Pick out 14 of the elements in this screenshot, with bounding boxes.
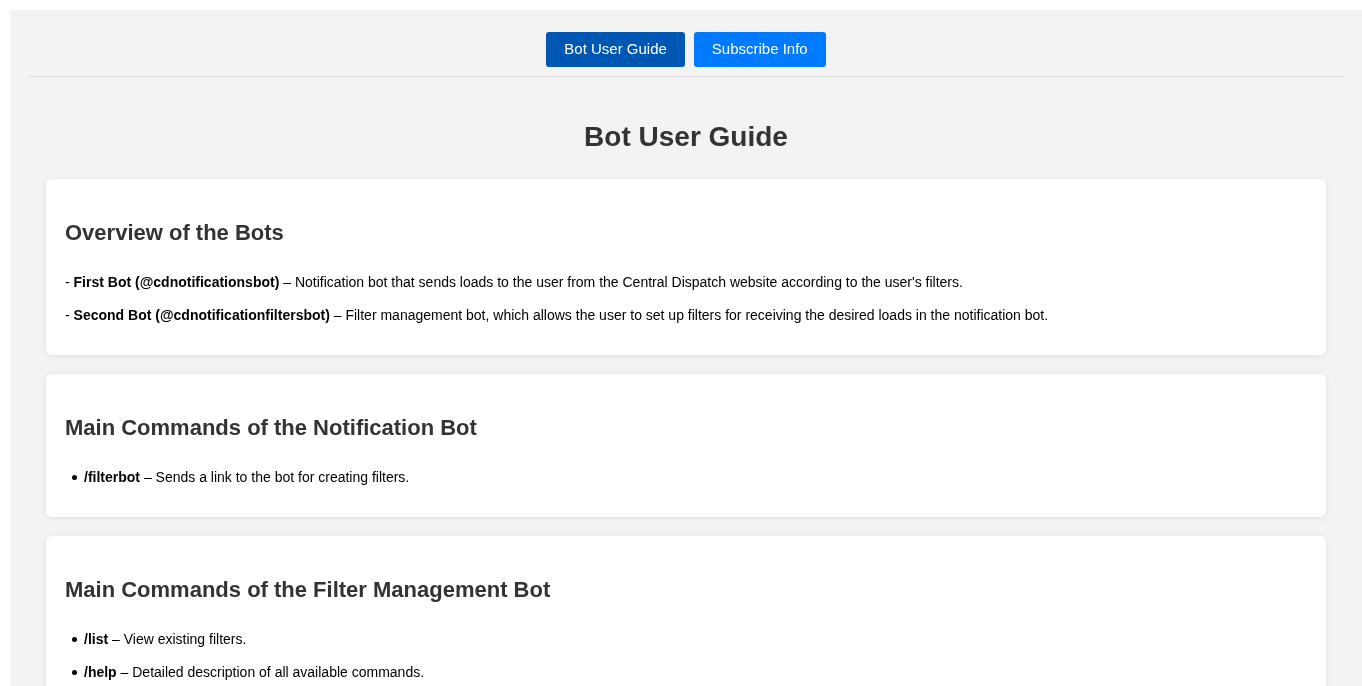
list-item-text: /help – Detailed description of all available commands.: [84, 663, 425, 682]
bullet-icon: [72, 669, 77, 675]
tab[interactable]: Bot User Guide: [546, 32, 685, 67]
section-heading: Main Commands of the Notification Bot: [65, 415, 478, 441]
list-item-text: /list – View existing filters.: [84, 630, 247, 649]
section-heading: Main Commands of the Filter Management Bot: [65, 577, 552, 603]
paragraph: - Second Bot (@cdnotificationfiltersbot) – Filter management bot, which allows the user to set up filters for receiving the desired loads in the notification bot.: [65, 306, 1050, 325]
bullet-icon: [72, 474, 77, 480]
bullet-icon: [72, 636, 77, 642]
page-title: Bot User Guide: [583, 120, 789, 154]
list-item-text: /filterbot – Sends a link to the bot for creating filters.: [84, 468, 410, 487]
section-heading: Overview of the Bots: [65, 220, 285, 246]
tab[interactable]: Subscribe Info: [693, 32, 826, 67]
paragraph: - First Bot (@cdnotificationsbot) – Notification bot that sends loads to the user from the Central Dispatch website according to the user's filters.: [65, 273, 964, 292]
